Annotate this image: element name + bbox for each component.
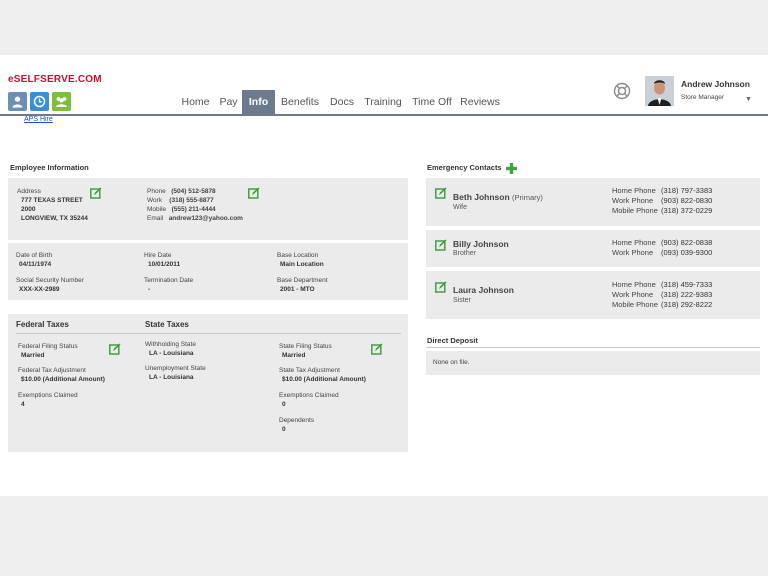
contact-card-beth: Beth Johnson (Primary) Wife Home Phone (3… [426, 178, 760, 226]
edit-contact-icon[interactable] [248, 186, 260, 199]
direct-deposit-text: None on file. [433, 359, 470, 366]
beth-mobile-label: Mobile Phone [612, 206, 658, 215]
dob-value: 04/11/1974 [19, 261, 52, 268]
fed-filing-value: Married [21, 352, 45, 359]
beth-primary: (Primary) [512, 193, 543, 202]
beth-name: Beth Johnson [453, 192, 510, 202]
laura-work-label: Work Phone [612, 290, 654, 299]
billy-relation: Brother [453, 250, 476, 257]
brand-logo[interactable]: eSELFSERVE.COM [8, 74, 102, 85]
employee-info-title: Employee Information [10, 163, 89, 172]
tab-pay[interactable]: Pay [215, 90, 242, 114]
edit-address-icon[interactable] [90, 186, 102, 199]
beth-work-value: (903) 822-0830 [661, 196, 713, 205]
phone-label: Phone [147, 188, 166, 195]
tab-benefits[interactable]: Benefits [275, 90, 325, 114]
laura-name: Laura Johnson [453, 285, 514, 295]
beth-work-label: Work Phone [612, 196, 654, 205]
edit-billy-icon[interactable] [435, 238, 447, 251]
work-label: Work [147, 197, 163, 204]
direct-deposit-title: Direct Deposit [427, 336, 478, 345]
state-taxes-title: State Taxes [145, 320, 189, 329]
dependents-value: 0 [282, 426, 286, 433]
contact-card-laura: Laura Johnson Sister Home Phone (318) 459… [426, 271, 760, 319]
laura-home-label: Home Phone [612, 280, 656, 289]
tab-time-off[interactable]: Time Off [407, 90, 457, 114]
beth-home-label: Home Phone [612, 186, 656, 195]
fed-exempt-label: Exemptions Claimed [18, 392, 78, 399]
app-window: eSELFSERVE.COM APS Hire Home Pay Info Be… [0, 55, 768, 496]
state-adj-value: $10.00 (Additional Amount) [282, 376, 366, 383]
state-filing-value: Married [282, 352, 306, 359]
laura-home-value: (318) 459-7333 [661, 280, 713, 289]
tab-docs[interactable]: Docs [325, 90, 359, 114]
clock-icon[interactable] [30, 92, 49, 111]
edit-state-icon[interactable] [371, 342, 383, 355]
user-icon[interactable] [8, 92, 27, 111]
help-icon[interactable] [613, 82, 631, 100]
billy-name: Billy Johnson [453, 239, 509, 249]
state-exempt-label: Exemptions Claimed [279, 392, 339, 399]
billy-work-value: (093) 039-9300 [661, 248, 713, 257]
direct-deposit-divider [426, 347, 760, 348]
state-exempt-value: 0 [282, 401, 286, 408]
mobile-label: Mobile [147, 206, 167, 213]
federal-taxes-title: Federal Taxes [16, 320, 69, 329]
fed-exempt-value: 4 [21, 401, 25, 408]
beth-home-value: (318) 797-3383 [661, 186, 713, 195]
chevron-down-icon[interactable]: ▼ [745, 96, 752, 103]
email-value: andrew123@yahoo.com [168, 215, 243, 222]
direct-deposit-panel: None on file. [426, 351, 760, 375]
beth-relation: Wife [453, 204, 467, 211]
withholding-value: LA - Louisiana [149, 350, 194, 357]
unemployment-value: LA - Louisiana [149, 374, 194, 381]
laura-work-value: (318) 222-9383 [661, 290, 713, 299]
taxes-divider [16, 333, 401, 334]
base-location-value: Main Location [280, 261, 324, 268]
add-contact-plus-icon[interactable] [506, 161, 517, 179]
beth-mobile-value: (318) 372-0229 [661, 206, 713, 215]
contact-info-panel: Address 777 TEXAS STREET 2000 LONGVIEW, … [8, 178, 408, 240]
main-nav: Home Pay Info Benefits Docs Training Tim… [176, 90, 503, 114]
taxes-panel: Federal Taxes State Taxes Federal Filing… [8, 314, 408, 452]
tab-training[interactable]: Training [359, 90, 407, 114]
edit-federal-icon[interactable] [109, 342, 121, 355]
email-label: Email [147, 215, 164, 222]
contact-card-billy: Billy Johnson Brother Home Phone (903) 82… [426, 230, 760, 267]
billy-work-label: Work Phone [612, 248, 654, 257]
billy-home-value: (903) 822-0838 [661, 238, 713, 247]
mobile-value: (555) 211-4444 [171, 206, 216, 213]
hire-date-value: 10/01/2011 [148, 261, 181, 268]
app-icon-bar [8, 92, 71, 111]
base-dept-value: 2001 - MTO [280, 286, 315, 293]
edit-laura-icon[interactable] [435, 280, 447, 293]
laura-mobile-value: (318) 292-8222 [661, 300, 713, 309]
fed-adj-value: $10.00 (Additional Amount) [21, 376, 105, 383]
nav-underline [0, 114, 768, 116]
tab-info[interactable]: Info [242, 90, 275, 114]
avatar[interactable] [645, 76, 674, 106]
people-icon[interactable] [52, 92, 71, 111]
address-line3: LONGVIEW, TX 35244 [21, 215, 88, 222]
aps-hire-link[interactable]: APS Hire [24, 116, 53, 123]
emergency-contacts-title: Emergency Contacts [427, 163, 502, 172]
phone-value: (504) 512-5878 [171, 188, 216, 195]
employment-panel: Date of Birth 04/11/1974 Social Security… [8, 243, 408, 300]
termination-value: - [148, 286, 151, 293]
user-role: Store Manager [681, 94, 724, 101]
tab-reviews[interactable]: Reviews [457, 90, 503, 114]
tab-home[interactable]: Home [176, 90, 215, 114]
termination-label: Termination Date [144, 277, 194, 284]
work-value: (318) 555-8877 [169, 197, 214, 204]
laura-relation: Sister [453, 297, 471, 304]
billy-home-label: Home Phone [612, 238, 656, 247]
edit-beth-icon[interactable] [435, 186, 447, 199]
ssn-value: XXX-XX-2989 [19, 286, 60, 293]
user-name[interactable]: Andrew Johnson [681, 79, 750, 89]
laura-mobile-label: Mobile Phone [612, 300, 658, 309]
